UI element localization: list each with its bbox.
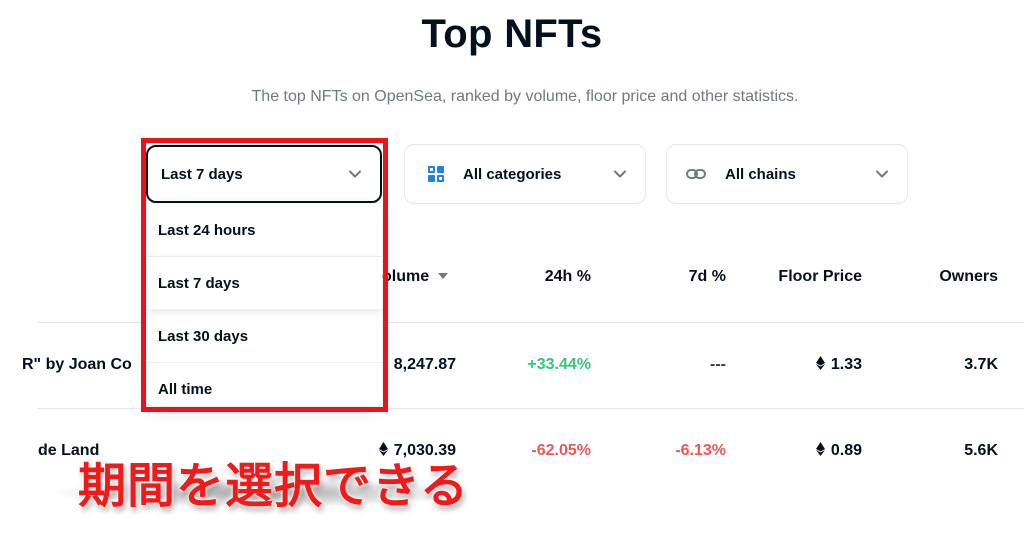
eth-icon [815,356,825,370]
dropdown-option-last-7-days[interactable]: Last 7 days [146,257,382,310]
category-label: All categories [463,165,562,183]
chevron-down-icon [349,170,361,178]
chain-select[interactable]: All chains [666,144,908,204]
floor-price-value: 1.33 [762,356,862,374]
annotation-text: 期間を選択できる [78,458,470,514]
change-7d-value: --- [710,356,726,373]
column-header-volume[interactable]: olume [382,268,452,286]
eth-icon [815,442,825,456]
time-range-select[interactable]: Last 7 days [146,145,382,203]
owners-value: 3.7K [964,356,998,373]
floor-price-text: 0.89 [830,442,862,459]
column-header-7d[interactable]: 7d % [626,268,726,286]
grid-icon [428,166,444,182]
chevron-down-icon [614,170,626,178]
column-header-24h[interactable]: 24h % [491,268,591,286]
dropdown-option-last-30-days[interactable]: Last 30 days [146,310,382,363]
chevron-down-icon [876,170,888,178]
change-24h-value: +33.44% [527,356,591,373]
time-range-label: Last 7 days [161,165,243,183]
chain-label: All chains [725,165,796,183]
column-header-floor-price[interactable]: Floor Price [742,268,862,286]
category-select[interactable]: All categories [404,144,646,204]
dropdown-option-last-24-hours[interactable]: Last 24 hours [146,204,382,257]
dropdown-option-all-time[interactable]: All time [146,363,382,406]
link-icon [686,169,706,179]
floor-price-text: 1.33 [830,356,862,373]
column-header-owners[interactable]: Owners [898,268,998,286]
time-range-dropdown: Last 24 hours Last 7 days Last 30 days A… [146,204,382,406]
page-subtitle: The top NFTs on OpenSea, ranked by volum… [251,88,799,105]
owners-value: 5.6K [964,442,998,459]
floor-price-value: 0.89 [762,442,862,460]
page-title: Top NFTs [421,12,603,56]
volume-header-label: olume [382,268,430,285]
change-7d-value: -6.13% [675,442,726,459]
row-divider [38,408,1024,409]
collection-name[interactable]: R" by Joan Co [22,356,132,374]
sort-down-icon [437,273,448,279]
change-24h-value: -62.05% [531,442,591,459]
